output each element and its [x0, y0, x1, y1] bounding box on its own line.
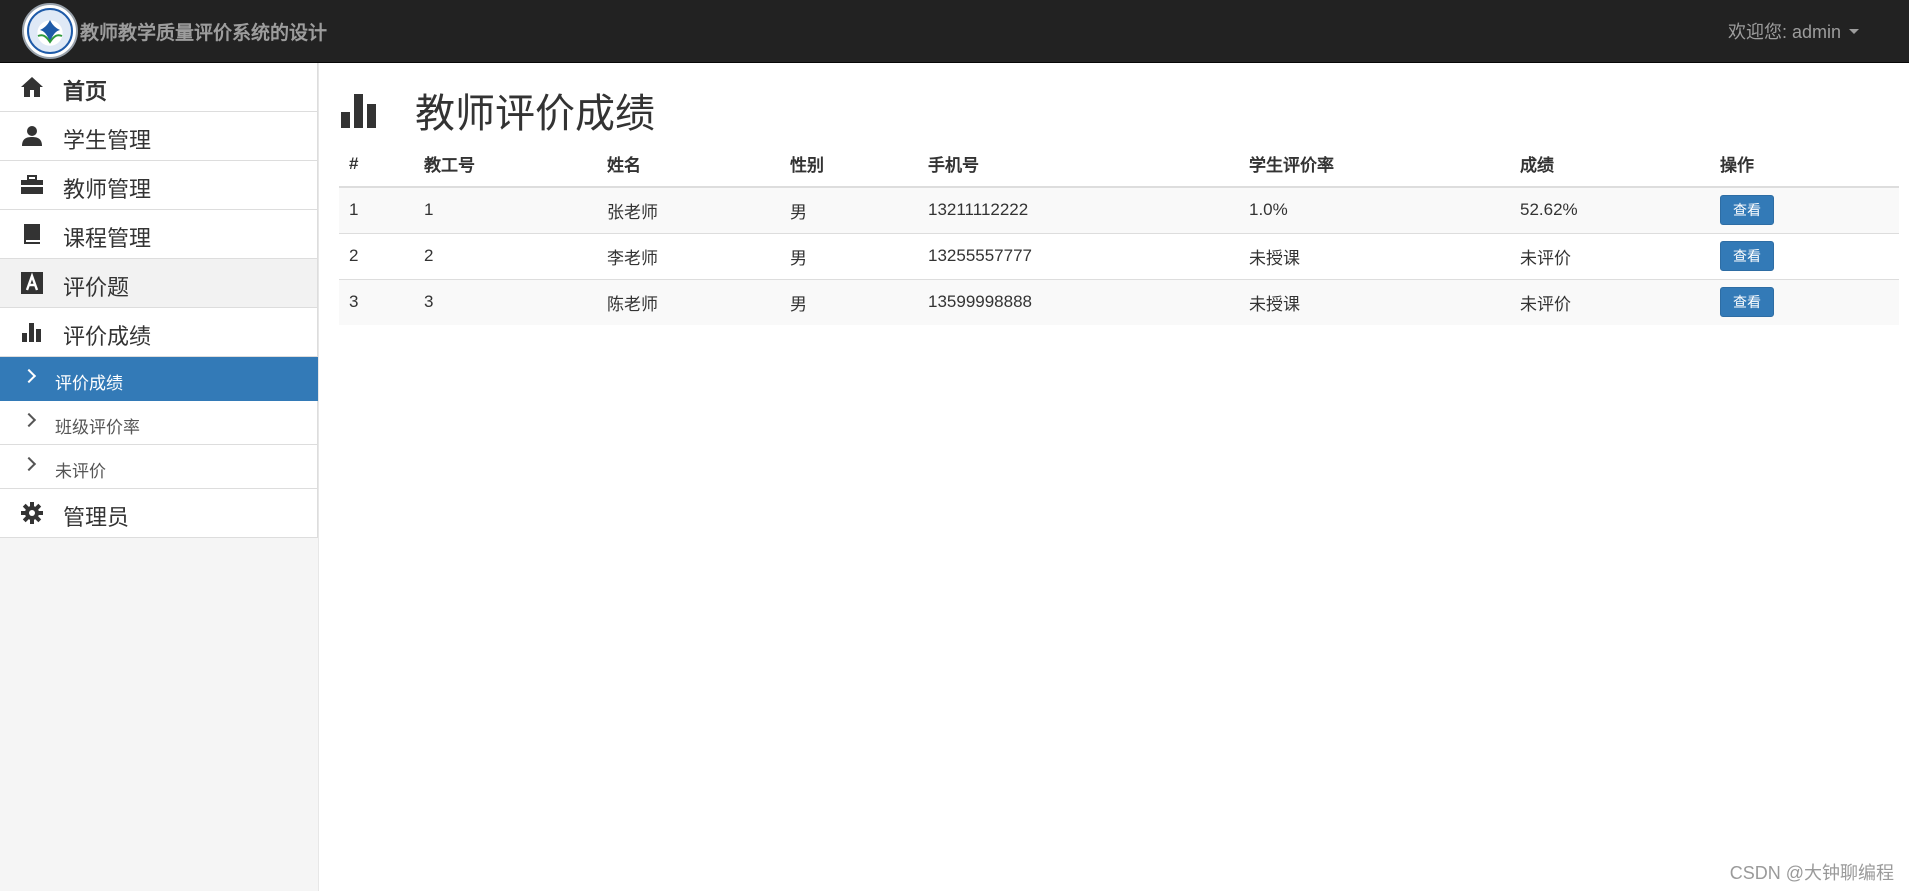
user-menu[interactable]: 欢迎您: admin: [1728, 18, 1859, 44]
column-header-phone: 手机号: [918, 141, 1239, 188]
cell-phone: 13255557777: [918, 232, 1239, 279]
bar-chart-icon: [341, 94, 376, 128]
view-button[interactable]: 查看: [1720, 287, 1774, 318]
gear-icon: [20, 501, 44, 525]
cell-index: 1: [339, 186, 414, 233]
sidebar-item-label: 首页: [63, 79, 108, 104]
sidebar-subitem-label: 未评价: [55, 462, 106, 481]
cell-phone: 13599998888: [918, 278, 1239, 325]
chevron-right-icon: [21, 456, 37, 472]
cell-name: 张老师: [597, 186, 780, 233]
page-title: 教师评价成绩: [415, 92, 655, 136]
sidebar-item-teacher-management[interactable]: 教师管理: [0, 161, 318, 210]
sidebar: 首页 学生管理 教师管理 课程管理 评价题 评价成绩 评价成绩 班级评价率 未评…: [0, 63, 319, 891]
column-header-action: 操作: [1710, 141, 1899, 188]
caret-down-icon: [1849, 28, 1859, 34]
cell-name: 李老师: [597, 232, 780, 279]
user-icon: [20, 124, 44, 148]
sidebar-item-label: 教师管理: [63, 177, 152, 202]
top-navbar: 教师教学质量评价系统的设计 欢迎您: admin: [0, 0, 1909, 63]
column-header-score: 成绩: [1510, 141, 1710, 188]
cell-gender: 男: [780, 186, 918, 233]
chevron-right-icon: [21, 368, 37, 384]
cell-score: 未评价: [1510, 232, 1710, 279]
view-button[interactable]: 查看: [1720, 195, 1774, 226]
view-button[interactable]: 查看: [1720, 241, 1774, 271]
sidebar-subitem-label: 评价成绩: [55, 374, 123, 393]
font-icon: [20, 271, 44, 295]
cell-teacher-id: 2: [414, 232, 597, 279]
home-icon: [20, 75, 44, 99]
welcome-text: 欢迎您: admin: [1727, 22, 1841, 42]
table-header-row: # 教工号 姓名 性别 手机号 学生评价率 成绩 操作: [339, 141, 1899, 188]
sidebar-item-label: 管理员: [63, 505, 130, 530]
cell-gender: 男: [780, 232, 918, 279]
book-icon: [20, 222, 44, 246]
sidebar-item-student-management[interactable]: 学生管理: [0, 112, 318, 161]
cell-action: 查看: [1710, 232, 1899, 279]
scores-table: # 教工号 姓名 性别 手机号 学生评价率 成绩 操作 1 1 张老师 男 13…: [339, 141, 1899, 325]
cell-teacher-id: 1: [414, 186, 597, 233]
table-row: 2 2 李老师 男 13255557777 未授课 未评价 查看: [339, 232, 1899, 279]
cell-evaluation-rate: 未授课: [1239, 232, 1510, 279]
cell-phone: 13211112222: [918, 186, 1239, 233]
cell-score: 52.62%: [1510, 186, 1710, 233]
sidebar-item-evaluation-questions[interactable]: 评价题: [0, 259, 318, 308]
brand[interactable]: 教师教学质量评价系统的设计: [22, 3, 327, 59]
table-row: 3 3 陈老师 男 13599998888 未授课 未评价 查看: [339, 278, 1899, 325]
cell-gender: 男: [780, 278, 918, 325]
column-header-index: #: [339, 141, 414, 188]
bar-chart-icon: [20, 320, 44, 344]
sidebar-subitem-label: 班级评价率: [55, 418, 140, 437]
cell-action: 查看: [1710, 278, 1899, 325]
table-row: 1 1 张老师 男 13211112222 1.0% 52.62% 查看: [339, 186, 1899, 233]
chevron-right-icon: [21, 412, 37, 428]
cell-evaluation-rate: 未授课: [1239, 278, 1510, 325]
sidebar-item-administrator[interactable]: 管理员: [0, 489, 318, 538]
sidebar-item-label: 学生管理: [63, 128, 152, 153]
column-header-gender: 性别: [780, 141, 918, 188]
cell-teacher-id: 3: [414, 278, 597, 325]
watermark: CSDN @大钟聊编程: [1729, 863, 1894, 883]
cell-evaluation-rate: 1.0%: [1239, 186, 1510, 233]
university-logo-icon: [22, 3, 78, 59]
sidebar-item-label: 评价成绩: [63, 324, 152, 349]
main-content: 教师评价成绩 # 教工号 姓名 性别 手机号 学生评价率 成绩 操作 1 1 张…: [339, 63, 1899, 891]
app-title: 教师教学质量评价系统的设计: [80, 22, 328, 44]
cell-action: 查看: [1710, 186, 1899, 233]
cell-index: 3: [339, 278, 414, 325]
sidebar-item-course-management[interactable]: 课程管理: [0, 210, 318, 259]
sidebar-item-home[interactable]: 首页: [0, 63, 318, 112]
cell-index: 2: [339, 232, 414, 279]
column-header-teacher-id: 教工号: [414, 141, 597, 188]
page-header: 教师评价成绩: [339, 85, 655, 136]
sidebar-item-label: 评价题: [63, 275, 130, 300]
sidebar-subitem-not-evaluated[interactable]: 未评价: [0, 445, 318, 489]
column-header-evaluation-rate: 学生评价率: [1239, 141, 1510, 188]
cell-score: 未评价: [1510, 278, 1710, 325]
sidebar-subitem-evaluation-scores[interactable]: 评价成绩: [0, 357, 318, 401]
sidebar-subitem-class-evaluation-rate[interactable]: 班级评价率: [0, 401, 318, 445]
sidebar-item-label: 课程管理: [63, 226, 152, 251]
sidebar-item-evaluation-scores[interactable]: 评价成绩: [0, 308, 318, 357]
cell-name: 陈老师: [597, 278, 780, 325]
column-header-name: 姓名: [597, 141, 780, 188]
briefcase-icon: [20, 173, 44, 197]
